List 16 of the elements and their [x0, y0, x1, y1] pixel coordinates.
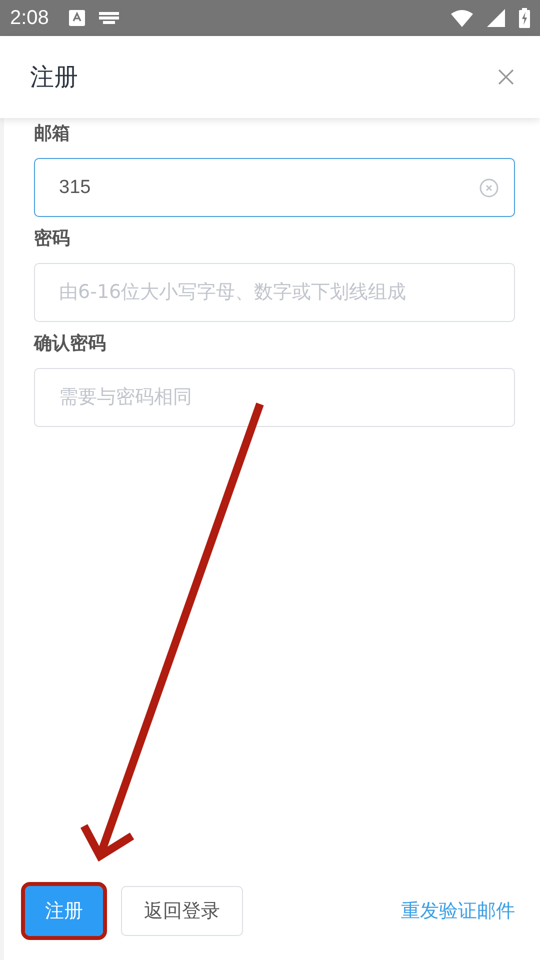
dialog-title: 注册	[30, 62, 78, 93]
field-label: 确认密码	[34, 332, 107, 356]
email-field[interactable]: 315	[34, 158, 515, 217]
field-label: 密码	[34, 227, 71, 251]
clear-icon[interactable]	[479, 178, 499, 198]
field-label: 邮箱	[34, 122, 71, 146]
password-field[interactable]: 由6-16位大小写字母、数字或下划线组成	[34, 263, 515, 322]
back-to-login-button[interactable]: 返回登录	[121, 886, 243, 936]
battery-charging-icon	[519, 8, 530, 28]
status-time: 2:08	[10, 6, 49, 30]
close-icon[interactable]	[498, 69, 514, 85]
keyboard-icon	[98, 12, 119, 24]
password-field[interactable]: 需要与密码相同	[34, 368, 515, 427]
wifi-icon	[451, 10, 473, 26]
text-input-icon	[68, 10, 85, 26]
signal-icon	[487, 9, 505, 27]
